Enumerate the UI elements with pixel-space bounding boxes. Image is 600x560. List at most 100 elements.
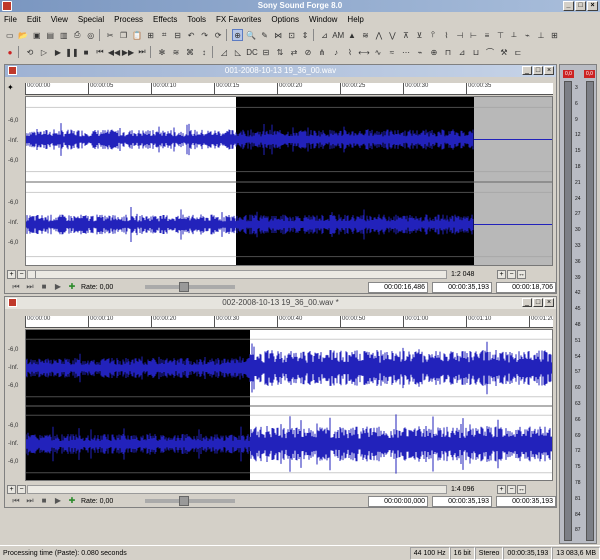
doc-minimize-button[interactable]: _: [522, 298, 532, 307]
open-folder-icon[interactable]: 📂: [18, 29, 30, 41]
cd-icon[interactable]: ◎: [85, 29, 97, 41]
invert-icon[interactable]: ⇅: [274, 46, 286, 58]
effect-9-icon[interactable]: ⌇: [441, 29, 453, 41]
play-looped-icon[interactable]: ✚: [67, 496, 77, 506]
paste-icon[interactable]: 📋: [131, 29, 143, 41]
zoom-out-level-button[interactable]: −: [17, 484, 26, 494]
smooth-icon[interactable]: ⌒: [484, 46, 496, 58]
menu-options[interactable]: Options: [271, 15, 299, 24]
event-tool-icon[interactable]: ⊡: [286, 29, 298, 41]
doc-close-button[interactable]: ×: [544, 66, 554, 75]
mute-icon[interactable]: ⊘: [302, 46, 314, 58]
menu-view[interactable]: View: [51, 15, 68, 24]
mix-icon[interactable]: ⊞: [145, 29, 157, 41]
zoom-in-time-button[interactable]: +: [497, 269, 506, 279]
dc-offset-icon[interactable]: DC: [246, 46, 258, 58]
new-file-icon[interactable]: ▭: [4, 29, 16, 41]
zoom-fit-button[interactable]: ↔: [517, 484, 526, 494]
save-icon[interactable]: ▣: [31, 29, 43, 41]
cut-icon[interactable]: ✂: [104, 29, 116, 41]
zoom-out-level-button[interactable]: −: [17, 269, 26, 279]
loop-icon[interactable]: ⟲: [24, 46, 36, 58]
auto-trim-icon[interactable]: ⊏: [512, 46, 524, 58]
menu-process[interactable]: Process: [114, 15, 143, 24]
bit-depth[interactable]: 16 bit: [449, 546, 475, 560]
effect-11-icon[interactable]: ⊢: [468, 29, 480, 41]
render-icon[interactable]: ▥: [58, 29, 70, 41]
go-to-end-icon[interactable]: ⏭: [136, 46, 148, 58]
normalize-icon[interactable]: ↕: [198, 46, 210, 58]
doc-close-button[interactable]: ×: [544, 298, 554, 307]
distortion-icon[interactable]: ⌁: [414, 46, 426, 58]
go-to-start-icon[interactable]: ⏮: [11, 282, 21, 292]
close-button[interactable]: ×: [587, 1, 598, 11]
rate-slider[interactable]: [145, 282, 235, 292]
effect-15-icon[interactable]: ⌁: [522, 29, 534, 41]
fast-forward-icon[interactable]: ▶▶: [122, 46, 134, 58]
go-to-start-icon[interactable]: ⏮: [94, 46, 106, 58]
copy-icon[interactable]: ❐: [118, 29, 130, 41]
reverse-icon[interactable]: ⇄: [288, 46, 300, 58]
document-titlebar[interactable]: 001-2008-10-13 19_36_00.wav _ □ ×: [5, 65, 556, 77]
minimize-button[interactable]: _: [563, 1, 574, 11]
stop-icon[interactable]: ■: [39, 282, 49, 292]
reverb-icon[interactable]: ⌘: [184, 46, 196, 58]
menu-file[interactable]: File: [4, 15, 17, 24]
play-icon[interactable]: ▶: [53, 282, 63, 292]
fade-out-icon[interactable]: ◺: [232, 46, 244, 58]
menu-tools[interactable]: Tools: [187, 15, 206, 24]
play-icon[interactable]: ▶: [53, 496, 63, 506]
insert-silence-icon[interactable]: ⊟: [260, 46, 272, 58]
scroll-left-icon[interactable]: [28, 270, 36, 278]
eq-icon[interactable]: ≋: [170, 46, 182, 58]
effect-7-icon[interactable]: ⊻: [414, 29, 426, 41]
effect-12-icon[interactable]: ≡: [481, 29, 493, 41]
repeat-icon[interactable]: ⟳: [212, 29, 224, 41]
horizontal-scrollbar[interactable]: [27, 484, 447, 494]
edit-tool-icon[interactable]: ⊕: [231, 29, 244, 41]
print-icon[interactable]: ⎙: [72, 29, 84, 41]
go-to-start-icon[interactable]: ⏮: [11, 496, 21, 506]
play-icon[interactable]: ▶: [52, 46, 64, 58]
record-icon[interactable]: ●: [4, 46, 16, 58]
effect-1-icon[interactable]: ⊿: [319, 29, 331, 41]
envelope-tool-icon[interactable]: ⋈: [272, 29, 284, 41]
flange-icon[interactable]: ⊕: [428, 46, 440, 58]
pan-icon[interactable]: ⋔: [316, 46, 328, 58]
peak-right[interactable]: 0,0: [584, 70, 595, 78]
effect-17-icon[interactable]: ⊞: [549, 29, 561, 41]
fx-icon[interactable]: ✻: [156, 46, 168, 58]
wave-hammer-icon[interactable]: ⚒: [498, 46, 510, 58]
noise-gate-icon[interactable]: ⊔: [470, 46, 482, 58]
effect-6-icon[interactable]: ⊼: [400, 29, 412, 41]
zoom-in-time-button[interactable]: +: [497, 484, 506, 494]
zoom-out-time-button[interactable]: −: [507, 484, 516, 494]
waveform-display[interactable]: [25, 96, 553, 266]
menu-edit[interactable]: Edit: [27, 15, 41, 24]
go-to-end-icon[interactable]: ⏭: [25, 496, 35, 506]
document-titlebar[interactable]: 002-2008-10-13 19_36_00.wav * _ □ ×: [5, 297, 556, 309]
go-to-end-icon[interactable]: ⏭: [25, 282, 35, 292]
doc-minimize-button[interactable]: _: [522, 66, 532, 75]
maximize-button[interactable]: □: [575, 1, 586, 11]
vibrato-icon[interactable]: ∿: [372, 46, 384, 58]
pencil-tool-icon[interactable]: ✎: [259, 29, 271, 41]
stop-icon[interactable]: ■: [39, 496, 49, 506]
menu-help[interactable]: Help: [347, 15, 363, 24]
resample-icon[interactable]: ⌇: [344, 46, 356, 58]
zoom-fit-button[interactable]: ↔: [517, 269, 526, 279]
effect-14-icon[interactable]: ⟂: [508, 29, 520, 41]
ruler-corner-icon[interactable]: ✦: [7, 83, 23, 95]
menu-window[interactable]: Window: [309, 15, 337, 24]
pause-icon[interactable]: ❚❚: [65, 46, 78, 58]
zoom-in-level-button[interactable]: +: [7, 269, 16, 279]
pitch-icon[interactable]: ♪: [330, 46, 342, 58]
waveform-display[interactable]: [25, 329, 553, 481]
graphic-dynamics-icon[interactable]: ⊿: [456, 46, 468, 58]
stop-icon[interactable]: ■: [80, 46, 92, 58]
redo-icon[interactable]: ↷: [199, 29, 211, 41]
menu-fx-favorites[interactable]: FX Favorites: [216, 15, 261, 24]
effect-8-icon[interactable]: ⫯: [427, 29, 439, 41]
delay-icon[interactable]: ⋯: [400, 46, 412, 58]
trim-icon[interactable]: ⊟: [172, 29, 184, 41]
